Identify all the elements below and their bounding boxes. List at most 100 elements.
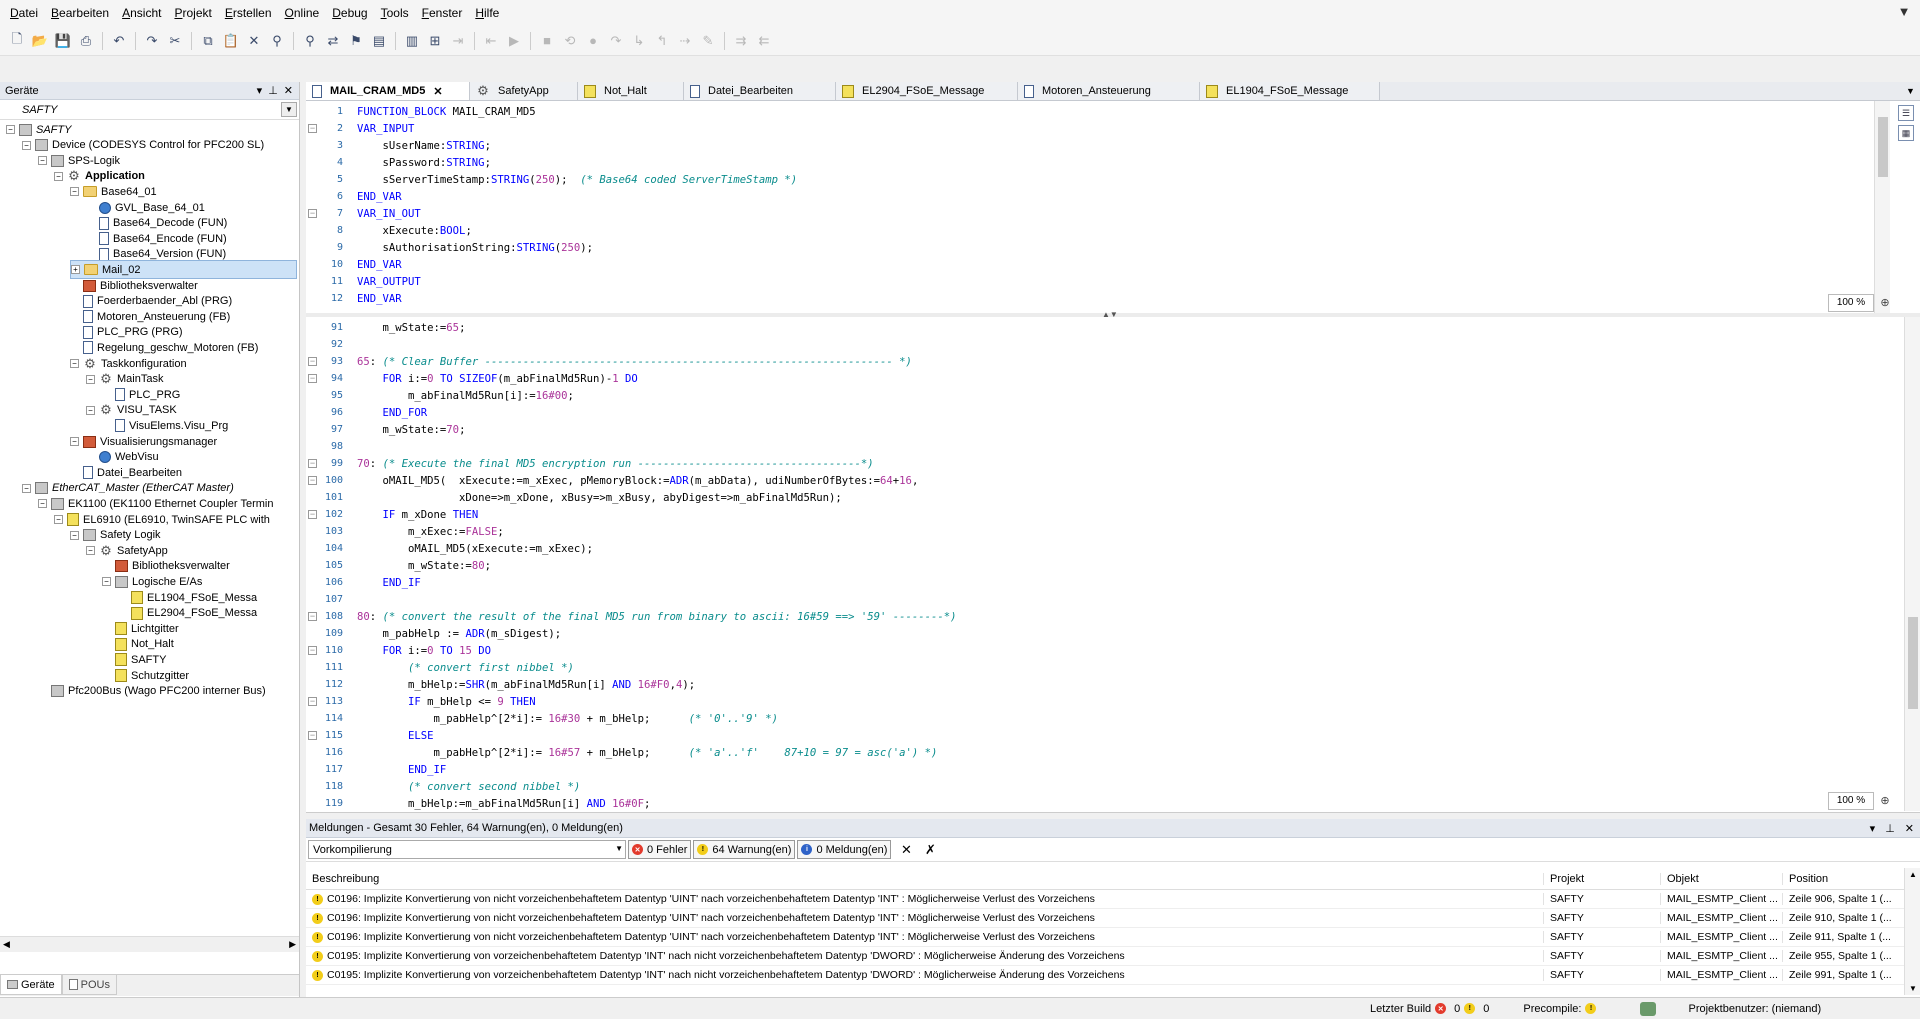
delete-icon[interactable]: ✕ — [243, 30, 265, 52]
precompile-warning-icon[interactable]: ! — [1585, 1003, 1597, 1014]
user-status-icon[interactable] — [1640, 1001, 1657, 1016]
code-line[interactable]: 10 END_VAR — [306, 256, 1881, 273]
code-line[interactable]: − 7 VAR_IN_OUT — [306, 205, 1881, 222]
fold-toggle-icon[interactable]: − — [308, 646, 317, 655]
code-line[interactable]: − 99 70: (* Execute the final MD5 encrypti… — [306, 455, 1881, 472]
fold-toggle-icon[interactable]: − — [308, 374, 317, 383]
scroll-right-icon[interactable]: ▶ — [289, 939, 296, 950]
clear-messages-icon[interactable]: ✕ — [897, 841, 915, 859]
code-line[interactable]: 8 xExecute: BOOL; — [306, 222, 1881, 239]
collapse-icon[interactable]: − — [70, 437, 79, 446]
declaration-zoom[interactable]: 100 % — [1828, 294, 1874, 312]
step-out-icon[interactable]: ↰ — [651, 30, 673, 52]
col-description[interactable]: Beschreibung — [306, 873, 1543, 885]
replace-icon[interactable]: ⇄ — [322, 30, 344, 52]
find-next-icon[interactable]: ⚲ — [299, 30, 321, 52]
paste-icon[interactable]: 📋 — [220, 30, 242, 52]
save-icon[interactable]: 💾 — [52, 30, 74, 52]
message-row[interactable]: ! C0195: Implizite Konvertierung von vorz… — [306, 966, 1904, 985]
fold-toggle-icon[interactable]: − — [308, 697, 317, 706]
code-line[interactable]: 101 xDone=>m_xDone, xBusy=>m_xBusy, abyD… — [306, 489, 1881, 506]
editor-tab[interactable]: ⚙ SafetyApp — [470, 82, 578, 100]
menu-tools[interactable]: Tools — [377, 0, 418, 26]
unforce-icon[interactable]: ⇇ — [753, 30, 775, 52]
build-icon[interactable]: ▤ — [368, 30, 390, 52]
precompile-status[interactable]: Precompile: ! — [1523, 1003, 1600, 1015]
implementation-scrollbar[interactable] — [1904, 317, 1920, 811]
code-line[interactable]: −110 FOR i:= 0 TO 15 DO — [306, 642, 1881, 659]
horizontal-scrollbar[interactable]: ◀ ▶ — [0, 936, 299, 952]
panel-menu-icon[interactable]: ▾ — [257, 84, 263, 97]
stop-icon[interactable]: ■ — [536, 30, 558, 52]
menu-datei[interactable]: Datei — [6, 0, 47, 26]
code-line[interactable]: 107 — [306, 591, 1881, 608]
scroll-up-icon[interactable]: ▲ — [1909, 870, 1917, 879]
fold-toggle-icon[interactable]: − — [308, 209, 317, 218]
editor-tab[interactable]: Not_Halt — [578, 82, 684, 100]
menu-online[interactable]: Online — [281, 0, 329, 26]
code-line[interactable]: 103 m_xExec:= FALSE; — [306, 523, 1881, 540]
logout-icon[interactable]: ⇤ — [480, 30, 502, 52]
message-row[interactable]: ! C0196: Implizite Konvertierung von nich… — [306, 909, 1904, 928]
code-line[interactable]: 4 sPassword: STRING; — [306, 154, 1881, 171]
fold-toggle-icon[interactable]: − — [308, 459, 317, 468]
table-view-icon[interactable]: ▦ — [1898, 125, 1914, 141]
start-icon[interactable]: ▶ — [503, 30, 525, 52]
code-line[interactable]: −115 ELSE — [306, 727, 1881, 744]
message-row[interactable]: ! C0196: Implizite Konvertierung von nich… — [306, 928, 1904, 947]
code-line[interactable]: 9 sAuthorisationString: STRING(250); — [306, 239, 1881, 256]
collapse-icon[interactable]: − — [6, 125, 15, 134]
collapse-icon[interactable]: − — [70, 187, 79, 197]
fold-toggle-icon[interactable]: − — [308, 731, 317, 740]
menu-erstellen[interactable]: Erstellen — [221, 0, 281, 26]
implementation-code[interactable]: 91 m_wState:= 65; 92−93 65: (* Clear Buffer… — [306, 319, 1881, 812]
errors-filter-button[interactable]: ✕ 0 Fehler — [628, 840, 692, 859]
tab-devices[interactable]: Geräte — [0, 975, 62, 995]
write-values-icon[interactable]: ✎ — [697, 30, 719, 52]
close-icon[interactable]: ✕ — [1905, 822, 1914, 835]
bookmark-icon[interactable]: ⚑ — [345, 30, 367, 52]
code-line[interactable]: 96 END_FOR — [306, 404, 1881, 421]
scroll-down-icon[interactable]: ▼ — [1909, 984, 1917, 993]
scroll-thumb[interactable] — [1908, 617, 1918, 709]
code-line[interactable]: 111 (* convert first nibbel *) — [306, 659, 1881, 676]
code-line[interactable]: −94 FOR i:= 0 TO SIZEOF (m_abFinalMd5Run)-… — [306, 370, 1881, 387]
collapse-icon[interactable]: − — [86, 405, 95, 415]
force-values-icon[interactable]: ⇉ — [730, 30, 752, 52]
code-line[interactable]: 106 END_IF — [306, 574, 1881, 591]
scroll-left-icon[interactable]: ◀ — [3, 939, 10, 950]
code-line[interactable]: 119 m_bHelp:=m_abFinalMd5Run[i] AND 16#0… — [306, 795, 1881, 812]
editor-tab[interactable]: EL1904_FSoE_Message — [1200, 82, 1380, 100]
declaration-scrollbar[interactable] — [1874, 101, 1890, 313]
fold-toggle-icon[interactable]: − — [308, 510, 317, 519]
code-line[interactable]: 91 m_wState:= 65; — [306, 319, 1881, 336]
editor-tab[interactable]: MAIL_CRAM_MD5 ✕ — [306, 82, 470, 100]
declaration-code[interactable]: 1 FUNCTION_BLOCK MAIL_CRAM_MD5 − 2 VAR_INPUT… — [306, 103, 1881, 307]
run-to-cursor-icon[interactable]: ⇢ — [674, 30, 696, 52]
chevron-down-icon[interactable]: ▼ — [281, 102, 297, 117]
zoom-icon[interactable]: ⊕ — [1876, 294, 1894, 312]
panel-menu-icon[interactable]: ▾ — [1870, 822, 1876, 835]
code-line[interactable]: 98 — [306, 438, 1881, 455]
code-line[interactable]: 5 sServerTimeStamp: STRING(250); (* Base6… — [306, 171, 1881, 188]
collapse-icon[interactable]: − — [86, 546, 95, 556]
pin-icon[interactable]: ⊥ — [1885, 822, 1895, 835]
copy-icon[interactable]: ⧉ — [197, 30, 219, 52]
reset-icon[interactable]: ⟲ — [559, 30, 581, 52]
tree-item[interactable]: Pfc200Bus (Wago PFC200 interner Bus) — [38, 682, 266, 701]
menu-ansicht[interactable]: Ansicht — [118, 0, 170, 26]
code-line[interactable]: − 93 65: (* Clear Buffer -----------------… — [306, 353, 1881, 370]
code-line[interactable]: −108 80: (* convert the result of the fin… — [306, 608, 1881, 625]
messages-scrollbar[interactable]: ▲ ▼ — [1904, 868, 1920, 995]
menu-projekt[interactable]: Projekt — [170, 0, 220, 26]
login-icon[interactable]: ⇥ — [447, 30, 469, 52]
warnings-filter-button[interactable]: ! 64 Warnung(en) — [693, 840, 796, 859]
step-into-icon[interactable]: ↳ — [628, 30, 650, 52]
pin-icon[interactable]: ⊥ — [268, 84, 278, 97]
find-icon[interactable]: ⚲ — [266, 30, 288, 52]
code-line[interactable]: 109 m_pabHelp := ADR (m_sDigest); — [306, 625, 1881, 642]
fold-toggle-icon[interactable]: − — [308, 357, 317, 366]
toolbar-options-icon[interactable]: ▼ — [1896, 4, 1912, 20]
code-line[interactable]: 117 END_IF — [306, 761, 1881, 778]
project-combo[interactable]: SAFTY ▼ — [0, 100, 299, 120]
